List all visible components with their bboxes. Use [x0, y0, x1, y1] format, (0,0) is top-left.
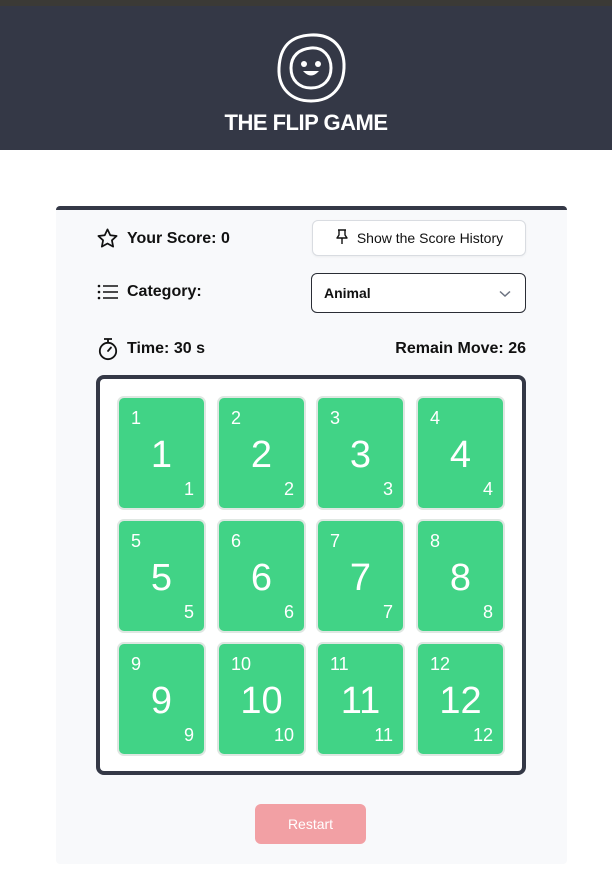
card-center-value: 4	[449, 434, 472, 476]
card-corner-top: 10	[231, 654, 252, 674]
card-corner-top: 5	[131, 531, 142, 551]
card-corner-bottom: 9	[183, 725, 194, 745]
card-center-value: 6	[250, 557, 273, 599]
score-row: Your Score: 0	[96, 227, 230, 250]
card-corner-top: 4	[430, 408, 441, 428]
card-corner-bottom: 8	[482, 602, 493, 622]
card-corner-top: 9	[131, 654, 142, 674]
card-center-value: 12	[439, 680, 482, 722]
card-corner-bottom: 3	[382, 479, 393, 499]
card-corner-bottom: 11	[374, 725, 393, 745]
card-corner-top: 2	[231, 408, 242, 428]
card-corner-bottom: 1	[183, 479, 194, 499]
stopwatch-icon	[97, 337, 119, 361]
card-corner-bottom: 4	[482, 479, 493, 499]
card-corner-top: 8	[430, 531, 441, 551]
card-center-value: 2	[250, 434, 273, 476]
card-5[interactable]: 5 5 5	[117, 519, 206, 633]
restart-button[interactable]: Restart	[255, 804, 366, 844]
card-center-value: 3	[349, 434, 372, 476]
card-corner-top: 11	[330, 654, 349, 674]
card-7[interactable]: 7 7 7	[316, 519, 405, 633]
card-corner-top: 7	[330, 531, 341, 551]
category-label: Category:	[127, 283, 202, 300]
card-6[interactable]: 6 6 6	[217, 519, 306, 633]
timer-row: Time: 30 s	[97, 337, 205, 361]
chevron-down-icon	[499, 285, 511, 301]
category-selected-value: Animal	[324, 285, 371, 301]
star-icon	[96, 227, 119, 250]
card-3[interactable]: 3 3 3	[316, 396, 405, 510]
score-label: Your Score: 0	[127, 229, 230, 247]
card-12[interactable]: 12 12 12	[416, 642, 505, 756]
category-select[interactable]: Animal	[311, 273, 526, 313]
card-center-value: 9	[150, 680, 173, 722]
card-corner-bottom: 12	[472, 725, 493, 745]
list-icon	[97, 283, 119, 301]
pin-icon	[335, 228, 349, 248]
card-corner-bottom: 6	[283, 602, 294, 622]
card-center-value: 11	[340, 680, 381, 722]
card-center-value: 8	[449, 557, 472, 599]
card-center-value: 5	[150, 557, 173, 599]
card-corner-bottom: 10	[273, 725, 294, 745]
card-corner-bottom: 2	[283, 479, 294, 499]
app-header: THE FLIP GAME	[0, 6, 612, 150]
smiley-logo-icon	[275, 32, 347, 104]
card-corner-bottom: 5	[183, 602, 194, 622]
brand-title: THE FLIP GAME	[224, 110, 389, 135]
card-corner-top: 3	[330, 408, 341, 428]
category-row: Category:	[97, 283, 202, 301]
remaining-moves: Remain Move: 26	[395, 340, 526, 357]
time-label: Time: 30 s	[127, 340, 205, 357]
card-4[interactable]: 4 4 4	[416, 396, 505, 510]
card-corner-bottom: 7	[382, 602, 393, 622]
card-11[interactable]: 11 11 11	[316, 642, 405, 756]
card-2[interactable]: 2 2 2	[217, 396, 306, 510]
card-10[interactable]: 10 10 10	[217, 642, 306, 756]
card-center-value: 10	[240, 680, 283, 722]
card-center-value: 7	[349, 557, 372, 599]
card-corner-top: 12	[430, 654, 451, 674]
card-8[interactable]: 8 8 8	[416, 519, 505, 633]
card-1[interactable]: 1 1 1	[117, 396, 206, 510]
card-corner-top: 6	[231, 531, 242, 551]
card-center-value: 1	[150, 434, 173, 476]
show-score-history-label: Show the Score History	[356, 230, 504, 246]
card-9[interactable]: 9 9 9	[117, 642, 206, 756]
card-corner-top: 1	[131, 408, 142, 428]
show-score-history-button[interactable]: Show the Score History	[312, 220, 526, 256]
